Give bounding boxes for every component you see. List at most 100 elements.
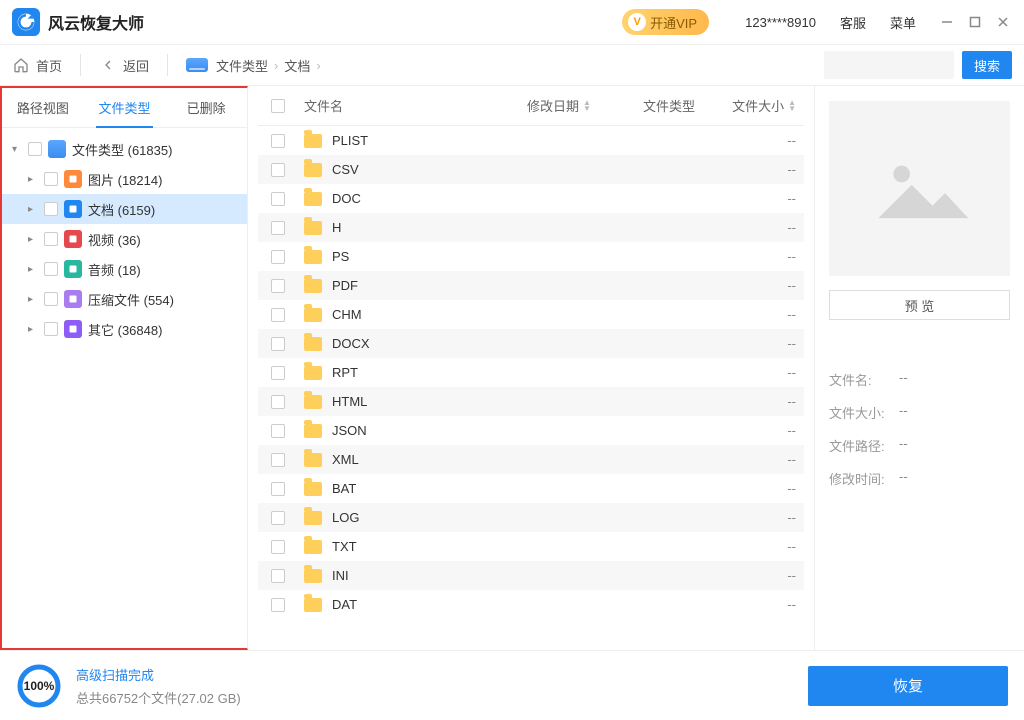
preview-button[interactable]: 预 览: [829, 290, 1010, 320]
row-checkbox[interactable]: [271, 279, 285, 293]
chevron-right-icon[interactable]: ▸: [28, 174, 38, 185]
tab-path-view[interactable]: 路径视图: [2, 88, 84, 127]
tree-root[interactable]: ▾ 文件类型 (61835): [2, 134, 247, 164]
chevron-right-icon[interactable]: ▸: [28, 324, 38, 335]
sort-icon: ▲▼: [583, 100, 591, 112]
search-box: 搜索: [824, 51, 1012, 79]
file-size: --: [724, 336, 804, 351]
close-button[interactable]: [994, 13, 1012, 31]
category-icon: [64, 170, 82, 188]
tab-deleted[interactable]: 已删除: [165, 88, 247, 127]
tree-root-label: 文件类型 (61835): [72, 140, 172, 159]
checkbox[interactable]: [28, 142, 42, 156]
vip-button[interactable]: V 开通VIP: [622, 9, 709, 35]
folder-icon: [304, 250, 322, 264]
table-row[interactable]: JSON --: [258, 416, 804, 445]
tree-item-label: 音频 (18): [88, 260, 141, 279]
tree-item[interactable]: ▸ 其它 (36848): [2, 314, 247, 344]
recover-button[interactable]: 恢复: [808, 666, 1008, 706]
sidebar: 路径视图 文件类型 已删除 ▾ 文件类型 (61835) ▸ 图片 (18214…: [0, 86, 248, 650]
file-name: H: [332, 220, 341, 235]
table-row[interactable]: DOCX --: [258, 329, 804, 358]
table-row[interactable]: PS --: [258, 242, 804, 271]
breadcrumb[interactable]: 文件类型 › 文档 ›: [216, 56, 321, 75]
row-checkbox[interactable]: [271, 540, 285, 554]
close-icon: [997, 16, 1009, 28]
file-table: 文件名 修改日期▲▼ 文件类型 文件大小▲▼ PLIST -- CSV -- D…: [248, 86, 814, 650]
table-row[interactable]: XML --: [258, 445, 804, 474]
file-name: DAT: [332, 597, 357, 612]
chevron-right-icon[interactable]: ▸: [28, 294, 38, 305]
col-type[interactable]: 文件类型: [614, 96, 724, 115]
table-row[interactable]: INI --: [258, 561, 804, 590]
drive-icon: [48, 140, 66, 158]
row-checkbox[interactable]: [271, 192, 285, 206]
checkbox[interactable]: [44, 322, 58, 336]
image-placeholder-icon: [870, 154, 970, 224]
chevron-right-icon[interactable]: ▸: [28, 204, 38, 215]
row-checkbox[interactable]: [271, 366, 285, 380]
checkbox[interactable]: [44, 202, 58, 216]
table-row[interactable]: RPT --: [258, 358, 804, 387]
chevron-right-icon[interactable]: ▸: [28, 234, 38, 245]
breadcrumb-item[interactable]: 文件类型: [216, 56, 268, 75]
search-input[interactable]: [824, 51, 954, 79]
file-name: PS: [332, 249, 349, 264]
table-row[interactable]: CSV --: [258, 155, 804, 184]
row-checkbox[interactable]: [271, 511, 285, 525]
row-checkbox[interactable]: [271, 424, 285, 438]
table-row[interactable]: H --: [258, 213, 804, 242]
col-size[interactable]: 文件大小▲▼: [724, 96, 804, 115]
row-checkbox[interactable]: [271, 598, 285, 612]
table-row[interactable]: BAT --: [258, 474, 804, 503]
table-row[interactable]: LOG --: [258, 503, 804, 532]
table-row[interactable]: PLIST --: [258, 126, 804, 155]
row-checkbox[interactable]: [271, 337, 285, 351]
table-row[interactable]: CHM --: [258, 300, 804, 329]
table-row[interactable]: TXT --: [258, 532, 804, 561]
tree-item[interactable]: ▸ 压缩文件 (554): [2, 284, 247, 314]
tree-item[interactable]: ▸ 文档 (6159): [2, 194, 247, 224]
col-name[interactable]: 文件名: [298, 96, 504, 115]
table-row[interactable]: DAT --: [258, 590, 804, 619]
table-row[interactable]: PDF --: [258, 271, 804, 300]
maximize-button[interactable]: [966, 13, 984, 31]
file-name: LOG: [332, 510, 359, 525]
folder-icon: [304, 598, 322, 612]
tree-item[interactable]: ▸ 音频 (18): [2, 254, 247, 284]
chevron-right-icon[interactable]: ▸: [28, 264, 38, 275]
home-button[interactable]: 首页: [12, 56, 62, 75]
folder-icon: [304, 134, 322, 148]
chevron-down-icon[interactable]: ▾: [12, 144, 22, 155]
row-checkbox[interactable]: [271, 250, 285, 264]
row-checkbox[interactable]: [271, 395, 285, 409]
checkbox[interactable]: [44, 232, 58, 246]
menu-link[interactable]: 菜单: [890, 13, 916, 32]
checkbox[interactable]: [44, 262, 58, 276]
meta-name-label: 文件名:: [829, 370, 899, 389]
footer: 100% 高级扫描完成 总共66752个文件(27.02 GB) 恢复: [0, 650, 1024, 720]
table-row[interactable]: DOC --: [258, 184, 804, 213]
row-checkbox[interactable]: [271, 221, 285, 235]
select-all-checkbox[interactable]: [271, 99, 285, 113]
support-link[interactable]: 客服: [840, 13, 866, 32]
file-name: CHM: [332, 307, 362, 322]
row-checkbox[interactable]: [271, 134, 285, 148]
tab-file-type[interactable]: 文件类型: [84, 88, 166, 127]
tree-item[interactable]: ▸ 图片 (18214): [2, 164, 247, 194]
row-checkbox[interactable]: [271, 163, 285, 177]
row-checkbox[interactable]: [271, 453, 285, 467]
minimize-button[interactable]: [938, 13, 956, 31]
col-date[interactable]: 修改日期▲▼: [504, 96, 614, 115]
row-checkbox[interactable]: [271, 482, 285, 496]
table-row[interactable]: HTML --: [258, 387, 804, 416]
tree-item[interactable]: ▸ 视频 (36): [2, 224, 247, 254]
checkbox[interactable]: [44, 172, 58, 186]
back-button[interactable]: 返回: [99, 56, 149, 75]
user-id[interactable]: 123****8910: [745, 15, 816, 30]
search-button[interactable]: 搜索: [962, 51, 1012, 79]
breadcrumb-item[interactable]: 文档: [284, 56, 310, 75]
checkbox[interactable]: [44, 292, 58, 306]
row-checkbox[interactable]: [271, 569, 285, 583]
row-checkbox[interactable]: [271, 308, 285, 322]
